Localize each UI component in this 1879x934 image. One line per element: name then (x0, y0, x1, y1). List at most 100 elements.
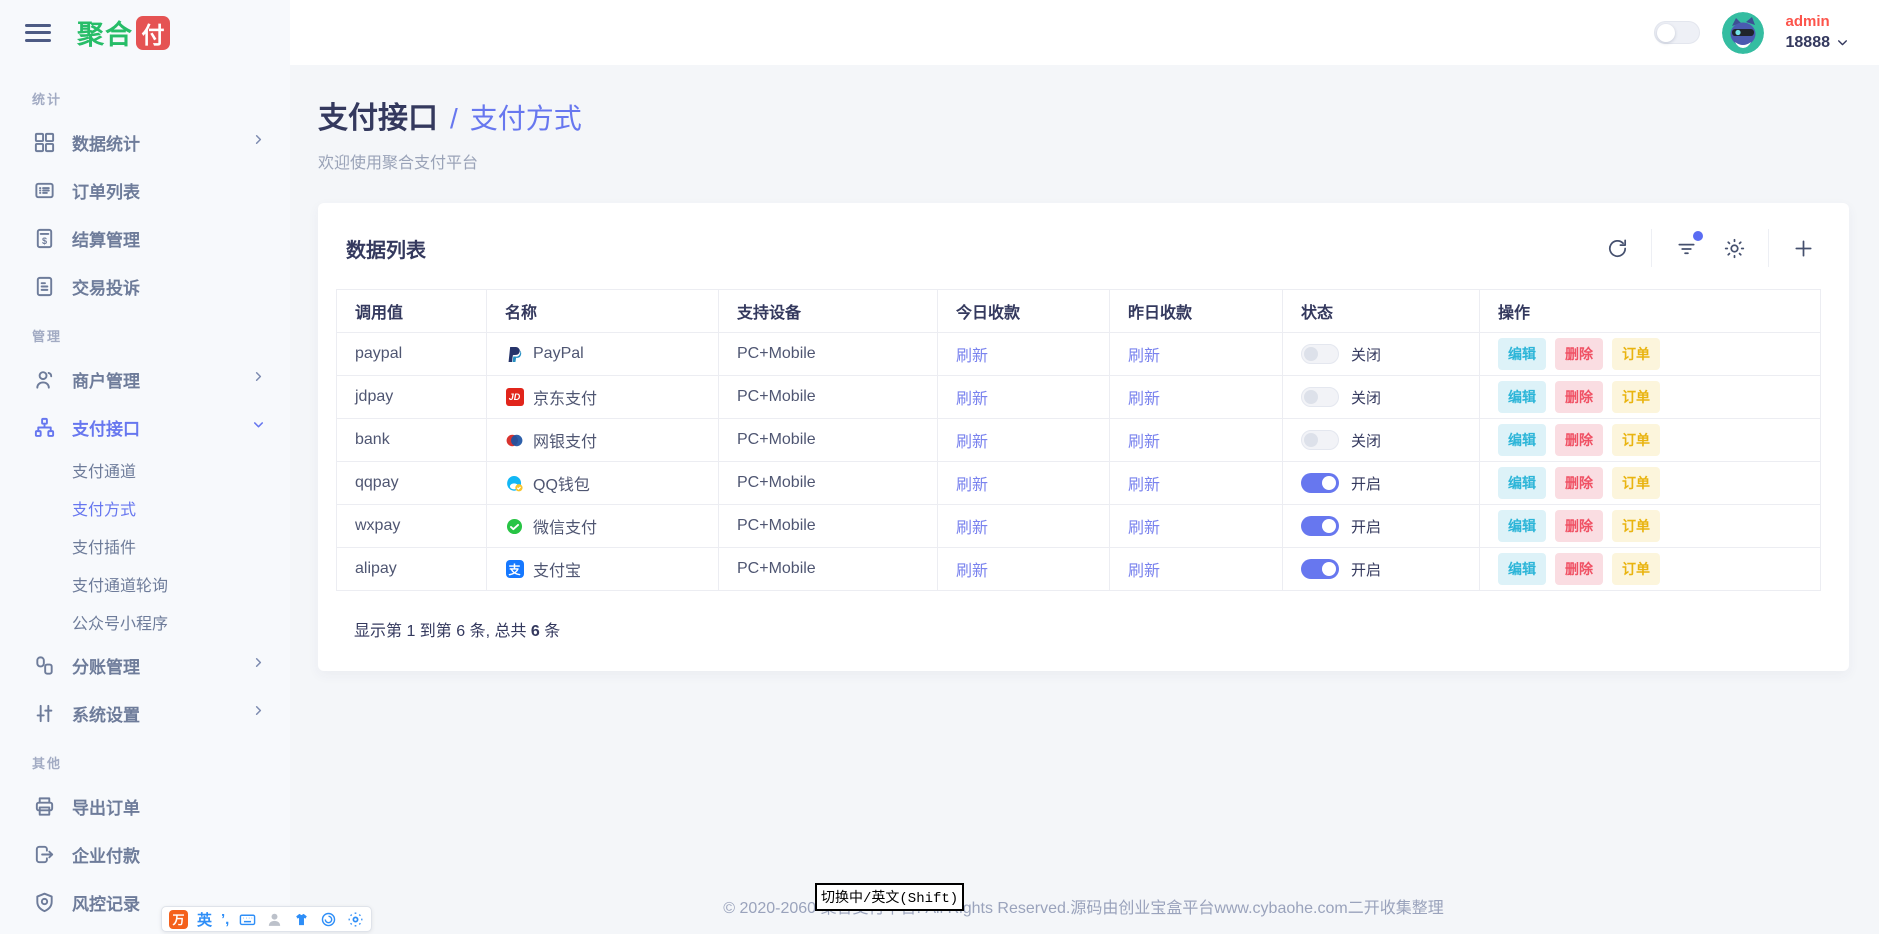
order-button[interactable]: 订单 (1612, 424, 1660, 456)
cell-device: PC+Mobile (719, 333, 938, 376)
data-table: 调用值名称支持设备今日收款昨日收款状态操作 paypalPayPalPC+Mob… (336, 289, 1821, 591)
sidebar-item-订单列表[interactable]: 订单列表 (0, 166, 290, 214)
edit-button[interactable]: 编辑 (1498, 553, 1546, 585)
status-label: 关闭 (1351, 430, 1381, 451)
ime-logo-icon[interactable]: 万 (169, 910, 188, 929)
card-title: 数据列表 (346, 234, 426, 263)
breadcrumb-separator: / (450, 103, 458, 135)
swirl-icon[interactable] (319, 910, 337, 928)
status-toggle[interactable] (1301, 559, 1339, 579)
column-header-支持设备: 支持设备 (719, 290, 938, 333)
yesterday-refresh-link[interactable]: 刷新 (1128, 391, 1160, 408)
edit-button[interactable]: 编辑 (1498, 424, 1546, 456)
edit-button[interactable]: 编辑 (1498, 510, 1546, 542)
sidebar-item-交易投诉[interactable]: 交易投诉 (0, 262, 290, 310)
ime-language-mode[interactable]: 英 (197, 909, 212, 930)
table-row: wxpay微信支付PC+Mobile刷新刷新开启编辑删除订单 (337, 505, 1821, 548)
order-button[interactable]: 订单 (1612, 381, 1660, 413)
today-refresh-link[interactable]: 刷新 (956, 563, 988, 580)
status-toggle[interactable] (1301, 387, 1339, 407)
cell-status: 关闭 (1301, 430, 1461, 451)
sidebar-item-支付接口[interactable]: 支付接口 (0, 403, 290, 451)
today-refresh-link[interactable]: 刷新 (956, 348, 988, 365)
keyboard-icon[interactable] (238, 910, 256, 928)
sidebar-subitem-支付插件[interactable]: 支付插件 (0, 527, 290, 565)
table-header-row: 调用值名称支持设备今日收款昨日收款状态操作 (337, 290, 1821, 333)
ime-settings-gear-icon[interactable] (346, 910, 364, 928)
delete-button[interactable]: 删除 (1555, 338, 1603, 370)
sidebar-item-结算管理[interactable]: $结算管理 (0, 214, 290, 262)
sidebar-subitem-支付通道[interactable]: 支付通道 (0, 451, 290, 489)
edit-button[interactable]: 编辑 (1498, 467, 1546, 499)
theme-toggle[interactable] (1654, 21, 1700, 44)
order-button[interactable]: 订单 (1612, 553, 1660, 585)
sidebar-item-系统设置[interactable]: 系统设置 (0, 689, 290, 737)
sidebar-item-分账管理[interactable]: 分账管理 (0, 641, 290, 689)
yesterday-refresh-link[interactable]: 刷新 (1128, 348, 1160, 365)
cell-device: PC+Mobile (719, 548, 938, 591)
user-profile-icon[interactable] (265, 910, 283, 928)
brand-logo[interactable]: 聚合 付 (77, 13, 170, 52)
add-icon[interactable] (1790, 235, 1816, 261)
table-row: alipay支支付宝PC+Mobile刷新刷新开启编辑删除订单 (337, 548, 1821, 591)
today-refresh-link[interactable]: 刷新 (956, 391, 988, 408)
delete-button[interactable]: 删除 (1555, 510, 1603, 542)
sidebar-subitem-支付方式[interactable]: 支付方式 (0, 489, 290, 527)
today-refresh-link[interactable]: 刷新 (956, 434, 988, 451)
sidebar-section-label: 管理 (0, 310, 290, 355)
skin-tshirt-icon[interactable] (292, 910, 310, 928)
cell-status: 开启 (1301, 473, 1461, 494)
today-refresh-link[interactable]: 刷新 (956, 477, 988, 494)
sidebar-item-数据统计[interactable]: 数据统计 (0, 118, 290, 166)
edit-button[interactable]: 编辑 (1498, 381, 1546, 413)
status-toggle[interactable] (1301, 430, 1339, 450)
row-actions: 编辑删除订单 (1498, 424, 1802, 456)
toolbar-divider (1651, 229, 1652, 267)
order-button[interactable]: 订单 (1612, 467, 1660, 499)
sidebar-subitem-公众号小程序[interactable]: 公众号小程序 (0, 603, 290, 641)
cell-code: paypal (337, 333, 487, 376)
gear-icon[interactable] (1721, 235, 1747, 261)
order-list-icon (32, 178, 56, 202)
cell-status: 关闭 (1301, 387, 1461, 408)
sidebar-item-label: 商户管理 (72, 367, 235, 392)
breadcrumb-current[interactable]: 支付方式 (470, 97, 582, 137)
transfer-icon (32, 842, 56, 866)
sidebar-item-商户管理[interactable]: 商户管理 (0, 355, 290, 403)
sidebar-item-企业付款[interactable]: 企业付款 (0, 830, 290, 878)
yesterday-refresh-link[interactable]: 刷新 (1128, 520, 1160, 537)
wechat-icon (505, 517, 524, 536)
sidebar-item-导出订单[interactable]: 导出订单 (0, 782, 290, 830)
cell-code: qqpay (337, 462, 487, 505)
edit-button[interactable]: 编辑 (1498, 338, 1546, 370)
status-toggle[interactable] (1301, 516, 1339, 536)
filter-icon[interactable] (1673, 235, 1699, 261)
delete-button[interactable]: 删除 (1555, 467, 1603, 499)
sidebar: 聚合 付 统计数据统计订单列表$结算管理交易投诉管理商户管理支付接口支付通道支付… (0, 0, 290, 934)
avatar[interactable] (1722, 12, 1764, 54)
yesterday-refresh-link[interactable]: 刷新 (1128, 563, 1160, 580)
order-button[interactable]: 订单 (1612, 510, 1660, 542)
ime-tooltip: 切换中/英文(Shift) (815, 883, 964, 911)
order-button[interactable]: 订单 (1612, 338, 1660, 370)
hamburger-menu-icon[interactable] (25, 24, 51, 42)
delete-button[interactable]: 删除 (1555, 424, 1603, 456)
ime-punctuation-mode[interactable]: ’, (221, 911, 229, 928)
split-icon (32, 653, 56, 677)
paypal-icon (505, 345, 524, 364)
status-toggle[interactable] (1301, 344, 1339, 364)
status-label: 开启 (1351, 559, 1381, 580)
delete-button[interactable]: 删除 (1555, 553, 1603, 585)
user-menu[interactable]: admin 18888 (1786, 12, 1850, 54)
status-toggle[interactable] (1301, 473, 1339, 493)
today-refresh-link[interactable]: 刷新 (956, 520, 988, 537)
refresh-icon[interactable] (1604, 235, 1630, 261)
chevron-right-icon (251, 703, 266, 723)
chevron-right-icon (251, 132, 266, 152)
sidebar-subitem-支付通道轮询[interactable]: 支付通道轮询 (0, 565, 290, 603)
yesterday-refresh-link[interactable]: 刷新 (1128, 477, 1160, 494)
alipay-icon: 支 (505, 560, 524, 579)
yesterday-refresh-link[interactable]: 刷新 (1128, 434, 1160, 451)
delete-button[interactable]: 删除 (1555, 381, 1603, 413)
jd-icon: JD (505, 388, 524, 407)
